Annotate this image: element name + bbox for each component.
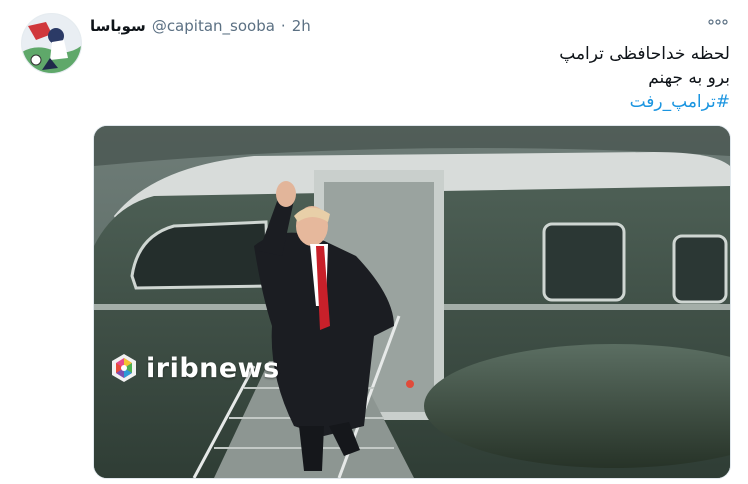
watermark-text: iribnews (146, 352, 280, 384)
watermark: iribnews (108, 352, 280, 384)
tweet-text-line-1: لحظه خداحافظی ترامپ (559, 44, 730, 64)
timestamp[interactable]: 2h (292, 17, 311, 35)
iribnews-logo-icon (112, 354, 136, 382)
author-name[interactable]: سوباسا (90, 17, 146, 35)
separator-dot: · (280, 17, 286, 35)
tweet-media[interactable] (93, 125, 731, 479)
media-image (94, 126, 730, 478)
tweet-text: لحظه خداحافظی ترامپ برو به جهنم #ترامپ_ر… (130, 42, 730, 114)
avatar[interactable] (21, 13, 82, 74)
tweet-text-line-2: برو به جهنم (648, 68, 730, 88)
tweet-header: سوباسا @capitan_sooba · 2h (90, 16, 311, 36)
author-handle[interactable]: @capitan_sooba (152, 17, 275, 35)
tweet-card[interactable]: سوباسا @capitan_sooba · 2h لحظه خداحافظی… (0, 0, 748, 484)
ellipsis-icon (708, 19, 728, 25)
more-options-button[interactable] (706, 14, 730, 30)
hashtag-link[interactable]: #ترامپ_رفت (130, 90, 730, 114)
avatar-image (22, 14, 81, 73)
